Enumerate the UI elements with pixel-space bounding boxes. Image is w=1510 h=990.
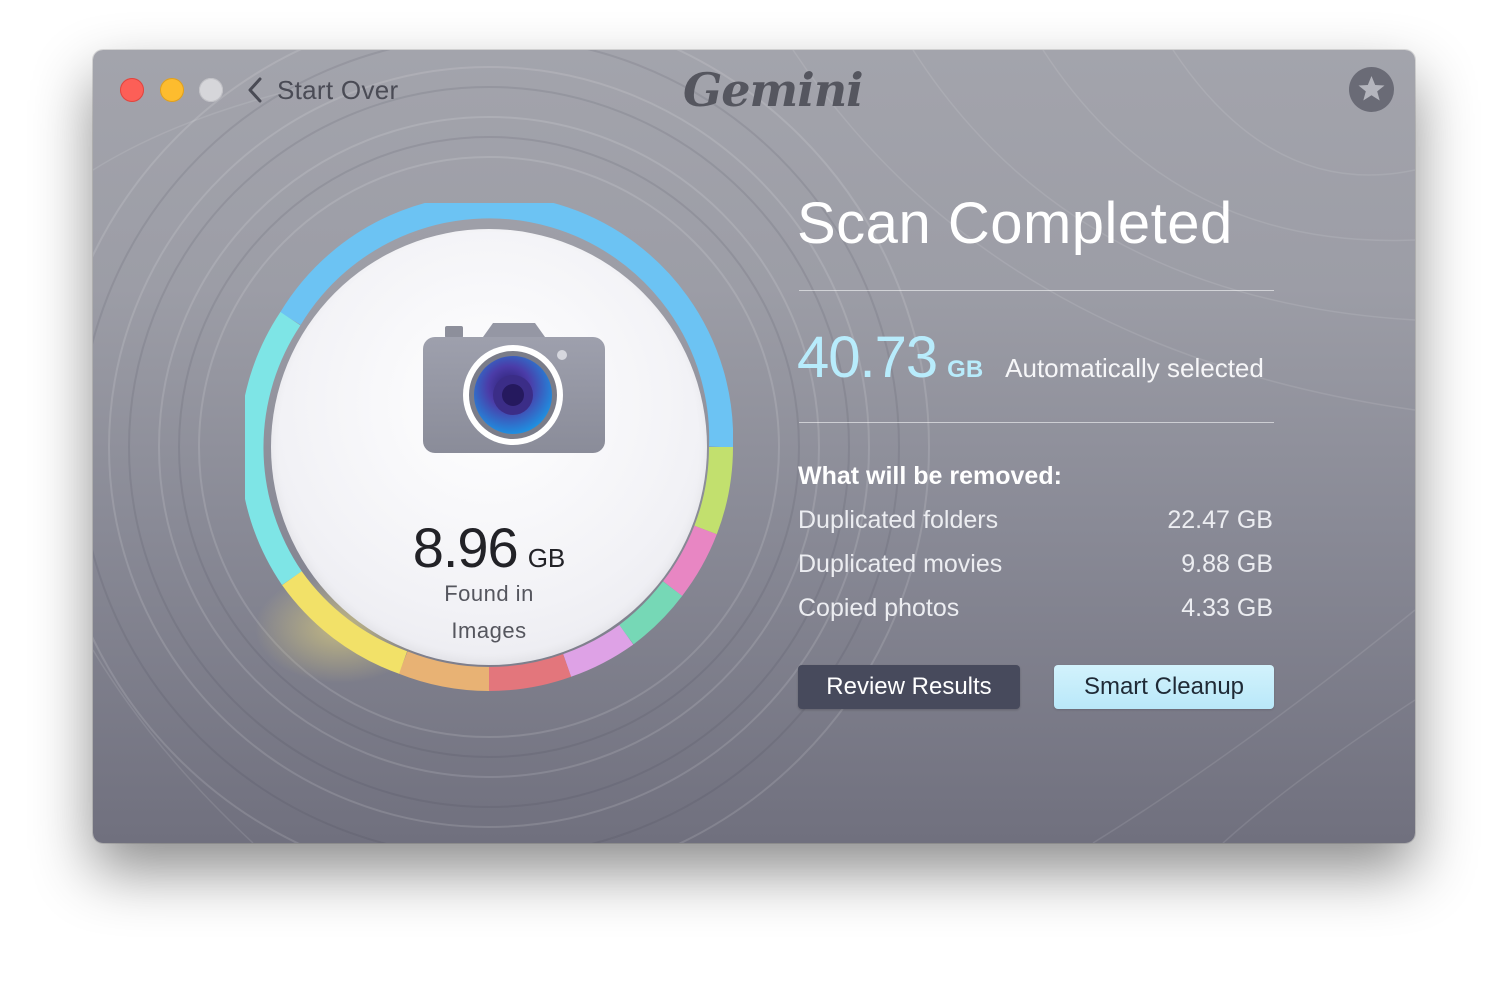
close-button[interactable] xyxy=(120,78,144,102)
camera-icon xyxy=(423,323,605,453)
review-results-button[interactable]: Review Results xyxy=(798,665,1020,709)
total-label: Automatically selected xyxy=(1005,353,1264,383)
found-value: 8.96 xyxy=(412,516,519,579)
divider xyxy=(799,290,1274,291)
star-icon xyxy=(1358,76,1385,101)
app-logo: Gemini xyxy=(683,63,864,117)
total-unit: GB xyxy=(947,356,984,383)
scan-status-title: Scan Completed xyxy=(797,191,1233,256)
ring-segment-orange[interactable] xyxy=(398,651,490,691)
start-over-label: Start Over xyxy=(277,74,399,105)
item-size: 22.47 GB xyxy=(1167,506,1273,534)
total-value: 40.73 xyxy=(797,325,938,390)
divider xyxy=(799,422,1274,423)
item-size: 4.33 GB xyxy=(1181,594,1273,622)
app-window: Start Over Gemini 8.96 GB Found in Image… xyxy=(93,50,1415,843)
list-item: Copied photos 4.33 GB xyxy=(798,594,1273,626)
removed-heading: What will be removed: xyxy=(798,462,1062,490)
list-item: Duplicated folders 22.47 GB xyxy=(798,506,1273,538)
item-name: Duplicated folders xyxy=(798,506,999,534)
found-summary: 8.96 GB Found in Images xyxy=(271,229,707,665)
favorite-button[interactable] xyxy=(1349,67,1394,112)
ring-segment-green[interactable] xyxy=(694,446,733,535)
start-over-button[interactable]: Start Over xyxy=(245,72,398,108)
found-amount: 8.96 GB xyxy=(271,515,707,580)
found-caption-line1: Found in xyxy=(444,581,534,606)
item-name: Copied photos xyxy=(798,594,960,622)
found-category: Images xyxy=(451,618,527,643)
chevron-left-icon xyxy=(248,77,262,103)
minimize-button[interactable] xyxy=(160,78,184,102)
total-selected: 40.73 GB Automatically selected xyxy=(797,324,1264,394)
item-size: 9.88 GB xyxy=(1181,550,1273,578)
list-item: Duplicated movies 9.88 GB xyxy=(798,550,1273,582)
smart-cleanup-button[interactable]: Smart Cleanup xyxy=(1054,665,1274,709)
zoom-button[interactable] xyxy=(199,78,223,102)
ring-segment-red[interactable] xyxy=(488,654,572,691)
scan-ring-chart: 8.96 GB Found in Images xyxy=(245,203,733,691)
item-name: Duplicated movies xyxy=(798,550,1003,578)
found-unit: GB xyxy=(527,543,566,573)
